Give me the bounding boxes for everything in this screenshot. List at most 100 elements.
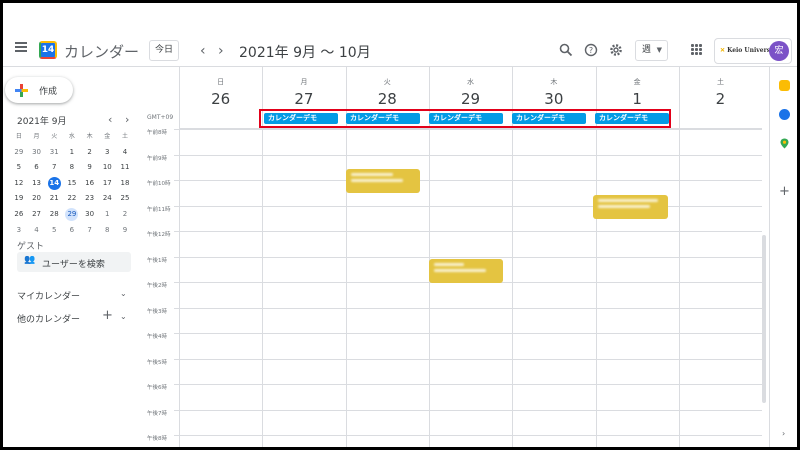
mini-week-row: 19 20 21 22 23 24 25 — [10, 191, 134, 207]
hour-label: 午後5時 — [147, 360, 167, 366]
mini-day[interactable]: 6 — [28, 160, 46, 176]
mini-day[interactable]: 3 — [98, 145, 116, 161]
next-week-button[interactable]: › — [218, 43, 224, 59]
mini-day[interactable]: 5 — [10, 160, 28, 176]
mini-weekday: 木 — [86, 133, 93, 140]
mini-week-row: 29 30 31 1 2 3 4 — [10, 145, 134, 161]
mini-day[interactable]: 19 — [10, 191, 28, 207]
mini-day[interactable]: 28 — [45, 207, 63, 223]
mini-day[interactable]: 4 — [28, 223, 46, 239]
avatar[interactable]: 宏 — [769, 41, 789, 61]
mini-day[interactable]: 1 — [63, 145, 81, 161]
search-user-input[interactable]: 👥 ユーザーを検索 — [17, 252, 131, 272]
mini-next-button[interactable]: › — [125, 113, 129, 126]
people-icon: 👥 — [24, 255, 36, 265]
day-header[interactable]: 日 26 — [179, 67, 262, 108]
add-calendar-plus-icon[interactable]: + — [102, 309, 113, 322]
mini-day[interactable]: 22 — [63, 191, 81, 207]
maps-icon[interactable] — [779, 138, 790, 149]
mini-day[interactable]: 26 — [10, 207, 28, 223]
hour-label: 午後2時 — [147, 283, 167, 289]
mini-week-row: 26 27 28 29 30 1 2 — [10, 207, 134, 223]
mini-day[interactable]: 17 — [98, 176, 116, 192]
mini-day[interactable]: 25 — [116, 191, 134, 207]
day-header[interactable]: 火 28 — [346, 67, 429, 108]
view-selector[interactable]: 週 ▼ — [635, 40, 668, 61]
mini-day[interactable]: 31 — [45, 145, 63, 161]
mini-day[interactable]: 1 — [98, 207, 116, 223]
create-label: 作成 — [39, 87, 58, 97]
calendar-event[interactable] — [593, 195, 668, 219]
mini-day-selected[interactable]: 29 — [63, 207, 81, 223]
day-header[interactable]: 木 30 — [512, 67, 595, 108]
mini-day[interactable]: 15 — [63, 176, 81, 192]
mini-day[interactable]: 20 — [28, 191, 46, 207]
help-icon[interactable]: ? — [584, 43, 598, 57]
mini-day[interactable]: 3 — [10, 223, 28, 239]
mini-day[interactable]: 8 — [63, 160, 81, 176]
chevron-down-icon[interactable]: ⌄ — [120, 312, 127, 321]
mini-day[interactable]: 9 — [81, 160, 99, 176]
mini-day[interactable]: 7 — [45, 160, 63, 176]
day-header[interactable]: 水 29 — [429, 67, 512, 108]
other-calendars-toggle[interactable]: 他のカレンダー — [17, 312, 80, 325]
mini-day[interactable]: 9 — [116, 223, 134, 239]
calendar-event[interactable] — [429, 259, 503, 283]
search-icon[interactable] — [559, 43, 573, 57]
caret-down-icon: ▼ — [656, 46, 662, 54]
create-button[interactable]: 作成 — [5, 77, 73, 103]
account-switcher[interactable]: ✕ Keio University 宏 — [714, 38, 792, 64]
tasks-icon[interactable] — [779, 109, 790, 120]
mini-day[interactable]: 8 — [98, 223, 116, 239]
side-panel: + › — [769, 67, 797, 447]
app-title: カレンダー — [64, 43, 140, 61]
hour-label: 午後4時 — [147, 334, 167, 340]
day-header[interactable]: 土2 — [679, 67, 762, 108]
mini-day-today[interactable]: 14 — [45, 176, 63, 192]
mini-day[interactable]: 7 — [81, 223, 99, 239]
prev-week-button[interactable]: ‹ — [200, 43, 206, 59]
mini-weekday: 金 — [104, 133, 111, 140]
chevron-right-icon[interactable]: › — [782, 429, 785, 438]
day-header[interactable]: 金1 — [596, 67, 679, 108]
mini-day[interactable]: 4 — [116, 145, 134, 161]
keep-icon[interactable] — [779, 80, 790, 91]
week-grid[interactable] — [174, 67, 762, 447]
scrollbar[interactable] — [762, 235, 766, 403]
mini-day[interactable]: 2 — [81, 145, 99, 161]
chevron-down-icon[interactable]: ⌄ — [120, 289, 127, 298]
mini-day[interactable]: 24 — [98, 191, 116, 207]
mini-day[interactable]: 27 — [28, 207, 46, 223]
mini-day[interactable]: 6 — [63, 223, 81, 239]
mini-weekday: 土 — [121, 133, 128, 140]
mini-day[interactable]: 18 — [116, 176, 134, 192]
apps-grid-icon[interactable] — [691, 44, 702, 55]
my-calendars-toggle[interactable]: マイカレンダー — [17, 289, 80, 302]
app-window: 14 カレンダー 今日 ‹ › 2021年 9月 ～ 10月 ? 週 ▼ ✕ K… — [3, 3, 797, 447]
today-button[interactable]: 今日 — [149, 40, 179, 61]
mini-prev-button[interactable]: ‹ — [108, 113, 112, 126]
timezone-label: GMT+09 — [147, 114, 174, 121]
mini-calendar-title: 2021年 9月 — [17, 117, 67, 127]
hour-label: 午前11時 — [147, 207, 171, 213]
menu-icon[interactable] — [15, 42, 27, 52]
mini-weekday: 火 — [51, 133, 58, 140]
mini-week-row: 3 4 5 6 7 8 9 — [10, 223, 134, 239]
mini-day[interactable]: 5 — [45, 223, 63, 239]
mini-day[interactable]: 29 — [10, 145, 28, 161]
mini-day[interactable]: 23 — [81, 191, 99, 207]
mini-day[interactable]: 16 — [81, 176, 99, 192]
mini-day[interactable]: 11 — [116, 160, 134, 176]
mini-day[interactable]: 21 — [45, 191, 63, 207]
add-addon-plus-icon[interactable]: + — [779, 184, 790, 199]
day-header[interactable]: 月 27 — [262, 67, 345, 108]
mini-day[interactable]: 10 — [98, 160, 116, 176]
mini-day[interactable]: 30 — [28, 145, 46, 161]
mini-day[interactable]: 13 — [28, 176, 46, 192]
view-selector-label: 週 — [642, 45, 652, 55]
mini-day[interactable]: 2 — [116, 207, 134, 223]
mini-day[interactable]: 30 — [81, 207, 99, 223]
calendar-event[interactable] — [346, 169, 420, 193]
mini-day[interactable]: 12 — [10, 176, 28, 192]
gear-icon[interactable] — [609, 43, 623, 57]
